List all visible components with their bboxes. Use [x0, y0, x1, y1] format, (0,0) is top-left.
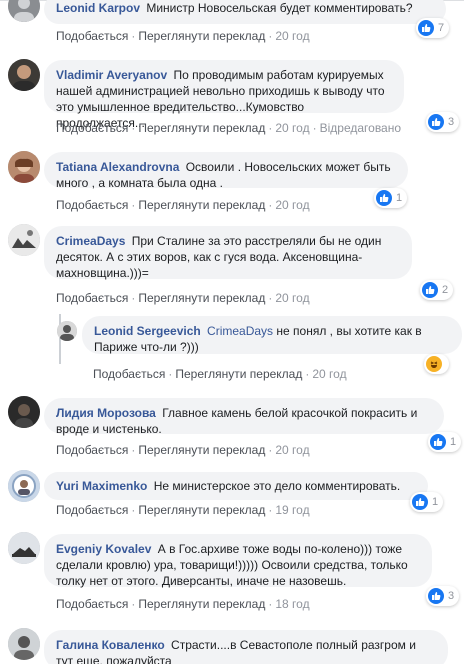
author-name[interactable]: Галина Коваленко: [56, 638, 165, 652]
timestamp[interactable]: 20 год: [275, 121, 309, 135]
like-button[interactable]: Подобається: [56, 29, 128, 43]
comment-actions: Подобається · Переглянути переклад · 20 год: [56, 29, 310, 43]
timestamp[interactable]: 19 год: [275, 503, 309, 517]
comment-actions: Подобається · Переглянути переклад · 20 год: [56, 443, 310, 457]
avatar[interactable]: [8, 532, 40, 564]
author-name[interactable]: Vladimir Averyanov: [56, 68, 167, 82]
haha-icon: [426, 356, 442, 372]
author-name[interactable]: Yuri Maximenko: [56, 479, 147, 493]
comment-bubble: Evgeniy Kovalev А в Гос.архиве тоже воды…: [44, 534, 432, 588]
reaction-count[interactable]: [424, 354, 449, 374]
avatar[interactable]: [8, 0, 40, 22]
comment-actions: Подобається · Переглянути переклад · 20 год: [56, 198, 310, 212]
timestamp[interactable]: 20 год: [275, 291, 309, 305]
like-icon: [428, 588, 444, 604]
author-name[interactable]: CrimeaDays: [56, 234, 125, 248]
like-button[interactable]: Подобається: [56, 503, 128, 517]
translate-link[interactable]: Переглянути переклад: [138, 29, 265, 43]
timestamp[interactable]: 20 год: [275, 29, 309, 43]
like-icon: [422, 282, 438, 298]
timestamp[interactable]: 18 год: [275, 597, 309, 611]
comment-bubble: Leonid Sergeevich CrimeaDays не понял , …: [82, 316, 462, 354]
like-button[interactable]: Подобається: [56, 291, 128, 305]
comment-bubble: Yuri Maximenko Не министерское это дело …: [44, 472, 428, 500]
translate-link[interactable]: Переглянути переклад: [138, 121, 265, 135]
avatar[interactable]: [8, 224, 40, 256]
author-name[interactable]: Leonid Karpov: [56, 1, 140, 15]
like-icon: [428, 114, 444, 130]
translate-link[interactable]: Переглянути переклад: [175, 367, 302, 381]
reaction-count[interactable]: 7: [416, 18, 450, 38]
author-name[interactable]: Лидия Морозова: [56, 406, 156, 420]
like-icon: [430, 434, 446, 450]
reaction-count[interactable]: 2: [420, 280, 454, 300]
author-name[interactable]: Leonid Sergeevich: [94, 324, 201, 338]
translate-link[interactable]: Переглянути переклад: [138, 198, 265, 212]
translate-link[interactable]: Переглянути переклад: [138, 503, 265, 517]
like-button[interactable]: Подобається: [56, 443, 128, 457]
avatar[interactable]: [8, 151, 40, 183]
comment-actions: Подобається · Переглянути переклад · 19 год: [56, 503, 310, 517]
avatar[interactable]: [8, 396, 40, 428]
comment-actions: Подобається · Переглянути переклад · 20 год: [93, 367, 347, 381]
author-name[interactable]: Evgeniy Kovalev: [56, 542, 151, 556]
avatar[interactable]: [8, 470, 40, 502]
like-button[interactable]: Подобається: [93, 367, 165, 381]
translate-link[interactable]: Переглянути переклад: [138, 443, 265, 457]
edited-label[interactable]: Відредаговано: [320, 121, 401, 135]
mention-link[interactable]: CrimeaDays: [207, 324, 273, 338]
comment-text: Министр Новосельская будет комментироват…: [146, 1, 413, 15]
like-button[interactable]: Подобається: [56, 121, 128, 135]
reaction-count[interactable]: 1: [428, 432, 462, 452]
timestamp[interactable]: 20 год: [275, 443, 309, 457]
reaction-count[interactable]: 1: [410, 492, 444, 512]
like-icon: [376, 190, 392, 206]
comment-actions: Подобається · Переглянути переклад · 20 год: [56, 291, 310, 305]
comment-actions: Подобається · Переглянути переклад · 20 год ·…: [56, 121, 402, 135]
comment-bubble: Tatiana Alexandrovna Освоили . Новосельс…: [44, 152, 408, 190]
like-button[interactable]: Подобається: [56, 597, 128, 611]
translate-link[interactable]: Переглянути переклад: [138, 597, 265, 611]
author-name[interactable]: Tatiana Alexandrovna: [56, 160, 179, 174]
comment-actions: Подобається · Переглянути переклад · 18 год: [56, 597, 310, 611]
avatar[interactable]: [57, 321, 77, 341]
reaction-count[interactable]: 3: [426, 586, 460, 606]
comment-bubble: Галина Коваленко Страсти....в Севастопол…: [44, 630, 448, 664]
translate-link[interactable]: Переглянути переклад: [138, 291, 265, 305]
comment-text: Не министерское это дело комментировать.: [153, 479, 401, 493]
comment-bubble: Vladimir Averyanov По проводимым работам…: [44, 60, 404, 130]
avatar[interactable]: [8, 59, 40, 91]
reaction-count[interactable]: 1: [374, 188, 408, 208]
comment-bubble: CrimeaDays При Сталине за это расстрелял…: [44, 226, 412, 280]
reaction-count[interactable]: 3: [426, 112, 460, 132]
avatar[interactable]: [8, 628, 40, 660]
like-icon: [412, 494, 428, 510]
like-button[interactable]: Подобається: [56, 198, 128, 212]
comment-bubble: Лидия Морозова Главное камень белой крас…: [44, 398, 444, 436]
timestamp[interactable]: 20 год: [275, 198, 309, 212]
timestamp[interactable]: 20 год: [312, 367, 346, 381]
comment-bubble: Leonid Karpov Министр Новосельская будет…: [44, 0, 446, 24]
like-icon: [418, 20, 434, 36]
